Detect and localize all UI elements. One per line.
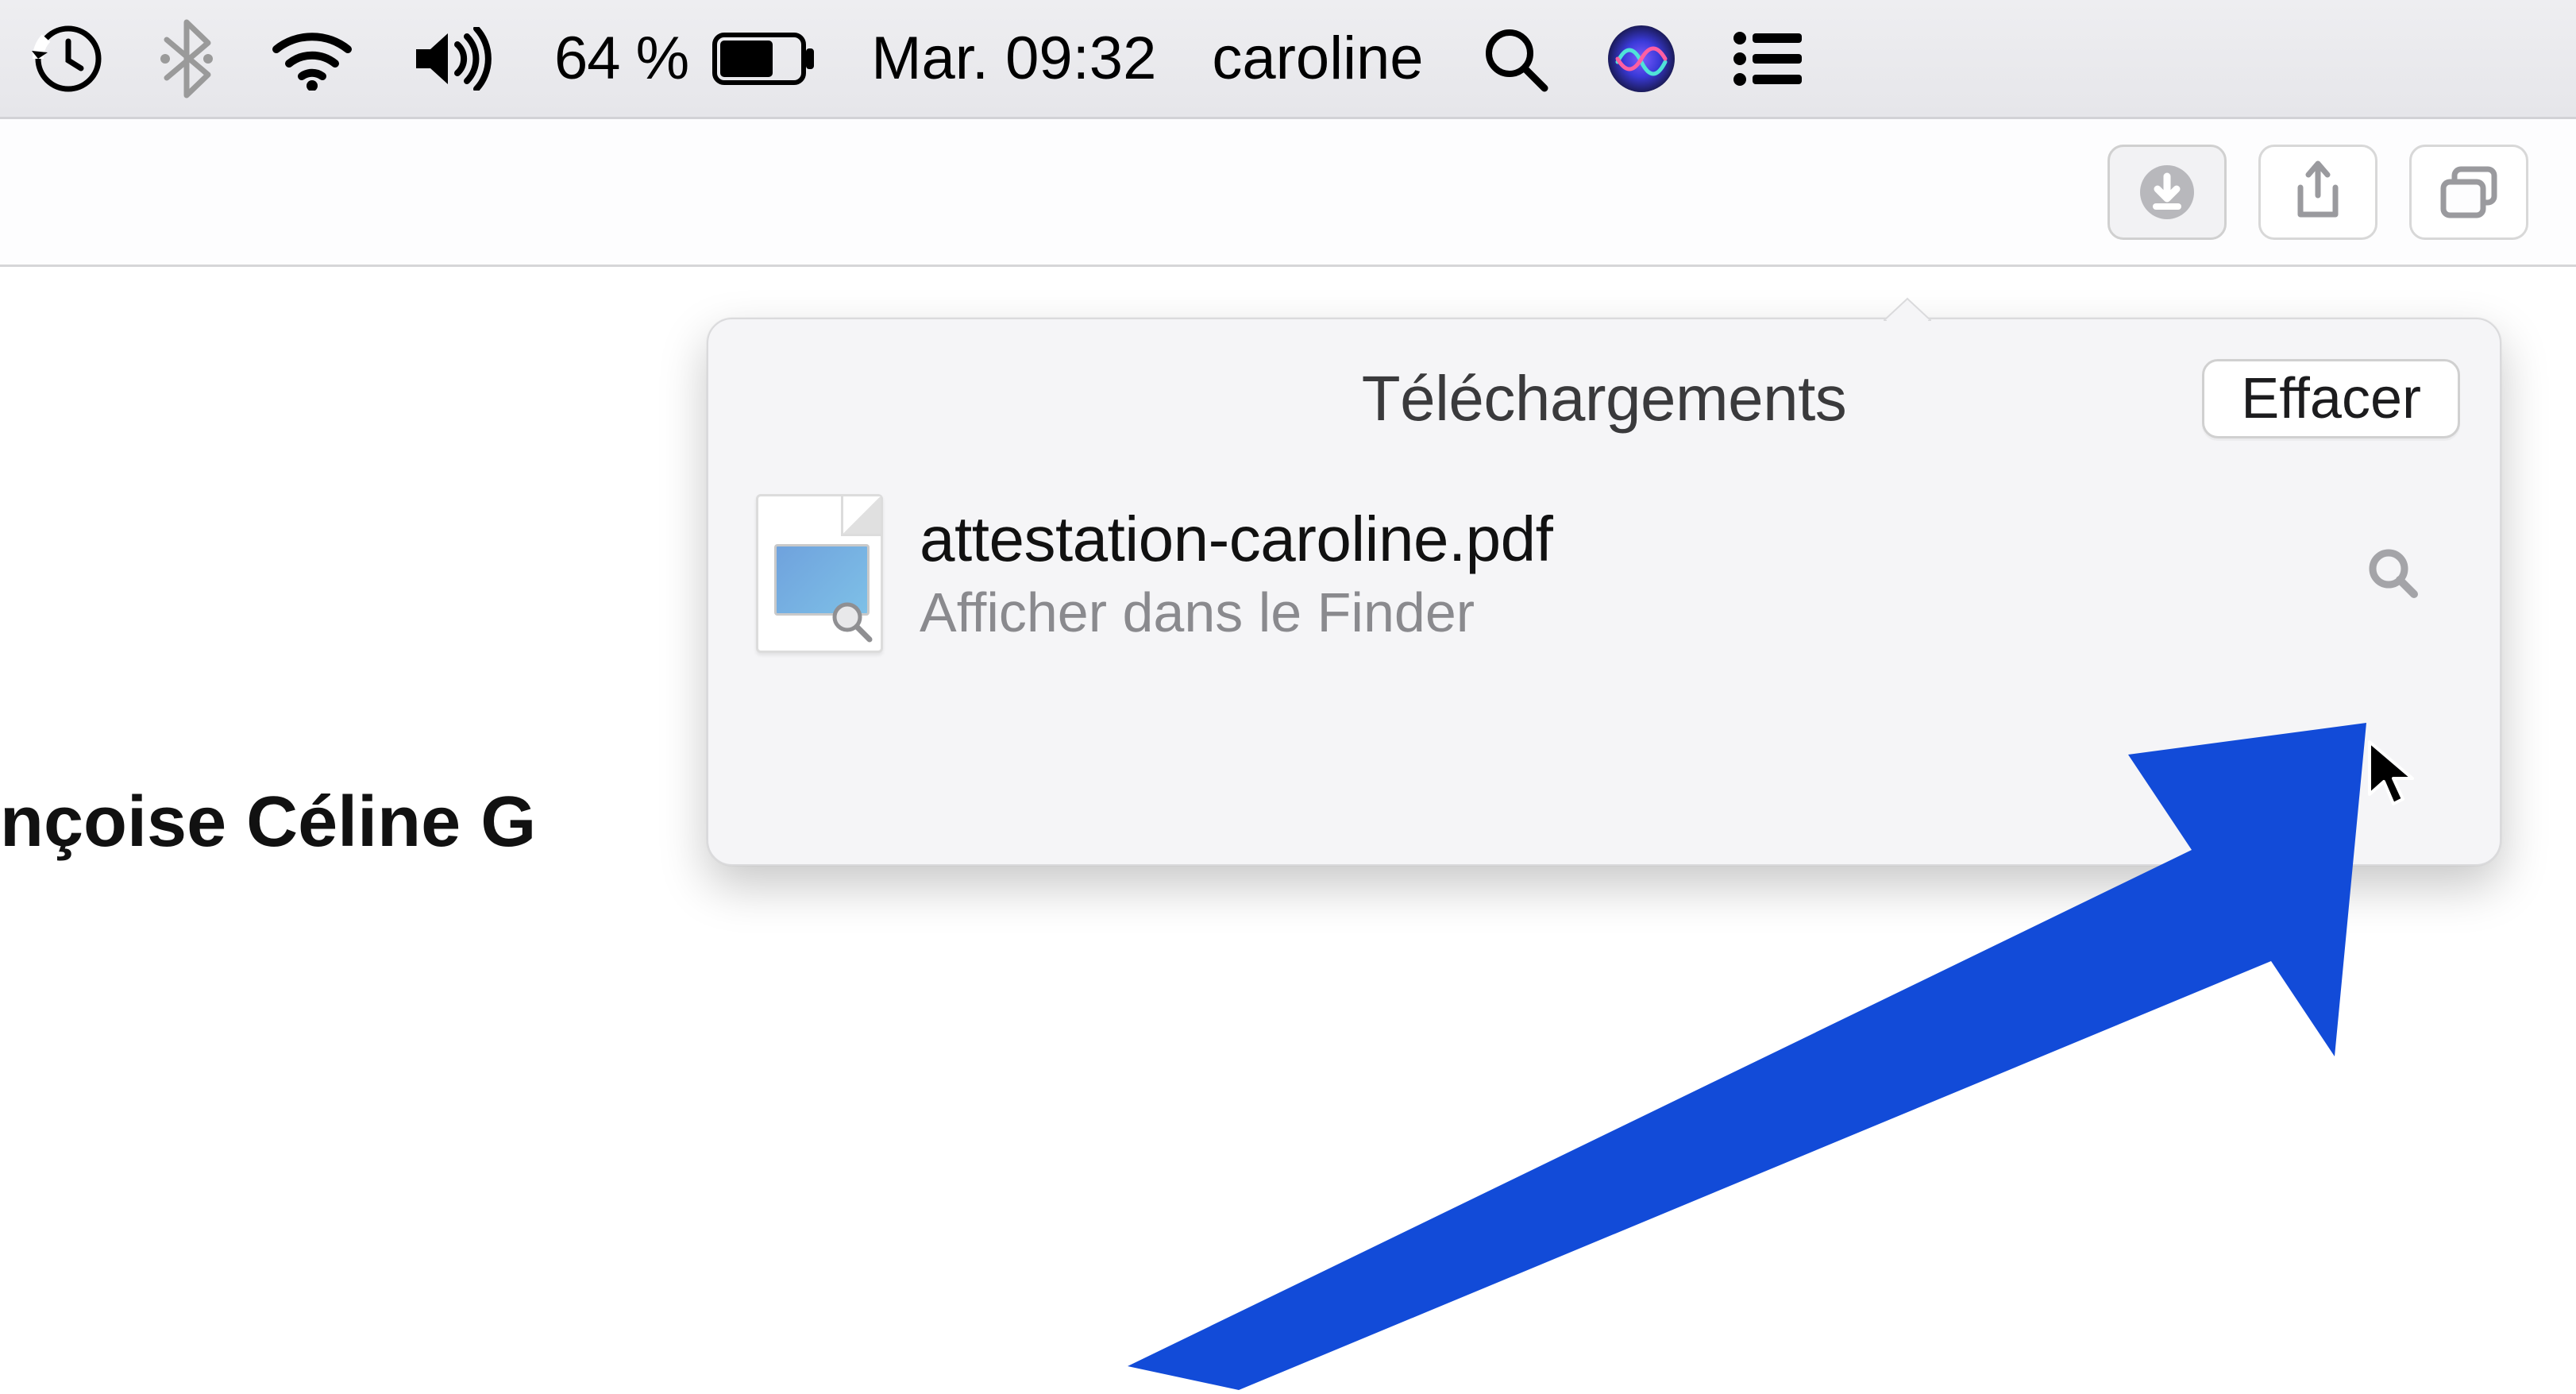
battery-icon xyxy=(712,33,816,85)
battery-status[interactable]: 64 % xyxy=(554,24,816,93)
battery-percent-label: 64 % xyxy=(554,24,688,93)
download-icon xyxy=(2138,164,2196,221)
time-machine-icon[interactable] xyxy=(32,22,105,95)
downloads-title: Téléchargements xyxy=(1362,362,1847,435)
magnifier-icon xyxy=(2365,545,2422,602)
downloads-popover: Téléchargements Effacer attestation-caro… xyxy=(707,318,2501,866)
reveal-in-finder-button[interactable] xyxy=(2358,539,2428,608)
notification-center-icon[interactable] xyxy=(1732,27,1805,91)
volume-icon[interactable] xyxy=(411,27,499,91)
username-label[interactable]: caroline xyxy=(1212,24,1423,93)
macos-menu-bar: 64 % Mar. 09:32 caroline xyxy=(0,0,2576,119)
siri-icon[interactable] xyxy=(1606,24,1676,94)
page-heading-fragment: nçoise Céline G xyxy=(0,782,536,863)
share-icon xyxy=(2291,160,2345,224)
tabs-button[interactable] xyxy=(2409,145,2528,240)
popover-arrow xyxy=(1884,297,1931,321)
clear-downloads-button[interactable]: Effacer xyxy=(2202,359,2460,438)
tabs-icon xyxy=(2439,164,2499,220)
share-button[interactable] xyxy=(2258,145,2377,240)
preview-magnifier-icon xyxy=(830,600,874,644)
date-time-label[interactable]: Mar. 09:32 xyxy=(871,24,1156,93)
safari-toolbar xyxy=(0,119,2576,267)
wifi-icon[interactable] xyxy=(268,27,356,91)
bluetooth-icon[interactable] xyxy=(160,19,213,98)
downloads-button[interactable] xyxy=(2107,145,2227,240)
spotlight-search-icon[interactable] xyxy=(1479,23,1551,95)
download-filename: attestation-caroline.pdf xyxy=(920,503,2322,576)
download-item[interactable]: attestation-caroline.pdf Afficher dans l… xyxy=(708,478,2500,669)
file-preview-icon xyxy=(756,494,883,653)
download-subtitle: Afficher dans le Finder xyxy=(920,581,2322,644)
